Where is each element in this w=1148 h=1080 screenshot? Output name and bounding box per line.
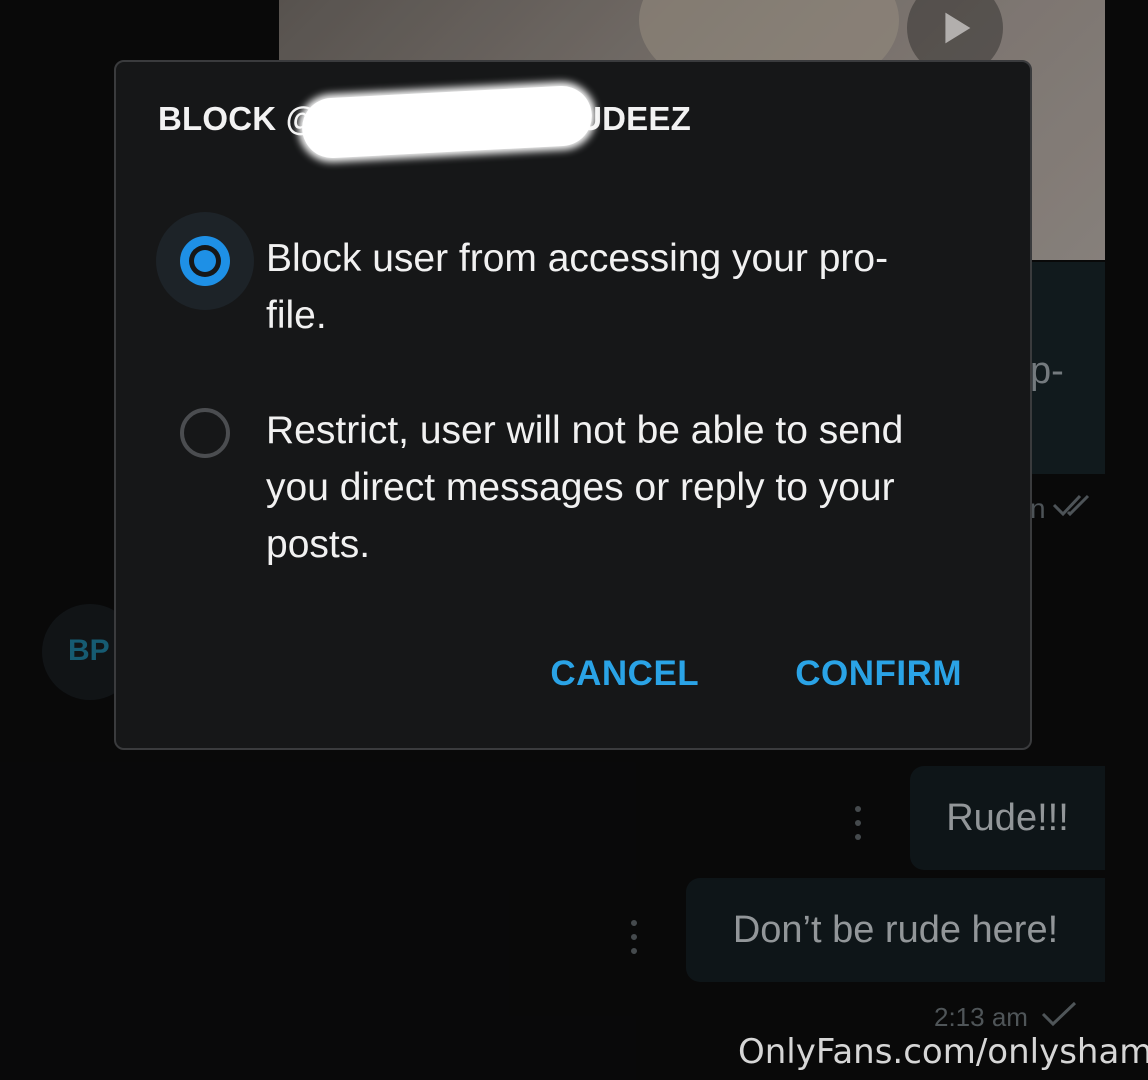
radio-selected-icon — [180, 236, 230, 286]
block-user-dialog: BLOCK @U UDEEZ Block user from accessing … — [114, 60, 1032, 750]
cancel-button[interactable]: CANCEL — [550, 654, 699, 694]
option-label: Block user from accessing your pro- file… — [266, 237, 889, 337]
option-restrict[interactable]: Restrict, user will not be able to send … — [156, 384, 976, 573]
dialog-title-suffix: UDEEZ — [578, 100, 691, 137]
option-label: Restrict, user will not be able to send … — [266, 409, 904, 566]
dialog-actions: CANCEL CONFIRM — [550, 654, 962, 694]
option-block-profile[interactable]: Block user from accessing your pro- file… — [156, 212, 976, 344]
radio-button-unselected[interactable] — [156, 384, 254, 482]
redaction-mark — [300, 84, 594, 160]
watermark: OnlyFans.com/onlyshams — [738, 1032, 1148, 1072]
radio-button-selected[interactable] — [156, 212, 254, 310]
chat-screen: p- n BP Rude!!! Don’t be rude here! 2:13… — [0, 0, 1148, 1080]
confirm-button[interactable]: CONFIRM — [795, 654, 962, 694]
radio-unselected-icon — [180, 408, 230, 458]
